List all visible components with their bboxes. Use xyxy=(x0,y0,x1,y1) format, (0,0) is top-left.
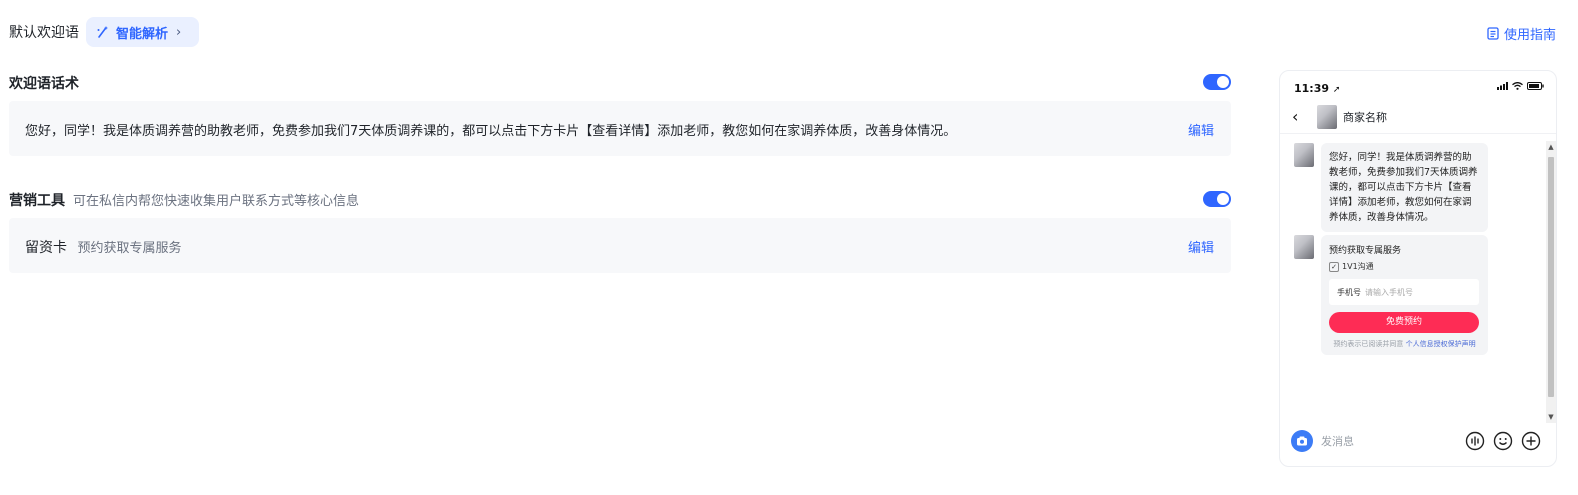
merchant-name: 商家名称 xyxy=(1343,111,1387,124)
message-avatar xyxy=(1294,143,1314,167)
lead-card-name: 留资卡 xyxy=(25,240,67,256)
marketing-desc: 可在私信内帮您快速收集用户联系方式等核心信息 xyxy=(73,194,360,209)
message-avatar xyxy=(1294,235,1314,259)
signal-icon xyxy=(1497,82,1508,90)
welcome-edit-button[interactable]: 编辑 xyxy=(1188,120,1214,139)
smart-parse-button[interactable]: 智能解析 › xyxy=(86,17,199,47)
lead-card-edit-button[interactable]: 编辑 xyxy=(1188,237,1214,256)
emoji-icon[interactable] xyxy=(1493,431,1513,451)
camera-button[interactable] xyxy=(1291,430,1313,452)
lead-form-title: 预约获取专属服务 xyxy=(1329,246,1402,256)
back-arrow-icon[interactable]: ‹ xyxy=(1292,107,1298,126)
scrollbar-thumb[interactable] xyxy=(1548,157,1554,397)
lead-card-row: 留资卡 预约获取专属服务 xyxy=(25,237,181,257)
smart-parse-label: 智能解析 xyxy=(116,26,169,42)
welcome-message-bubble: 您好，同学！我是体质调养营的助教老师，免费参加我们7天体质调养课的，都可以点击下… xyxy=(1321,143,1488,232)
welcome-card: 您好，同学！我是体质调养营的助教老师，免费参加我们7天体质调养课的，都可以点击下… xyxy=(9,101,1231,156)
option-label: 1V1沟通 xyxy=(1342,262,1374,271)
phone-input[interactable]: 手机号 请输入手机号 xyxy=(1329,279,1479,305)
user-guide-label: 使用指南 xyxy=(1503,28,1556,43)
location-arrow-icon: ➚ xyxy=(1332,85,1341,95)
status-icons xyxy=(1497,82,1544,90)
welcome-text: 您好，同学！我是体质调养营的助教老师，免费参加我们7天体质调养课的，都可以点击下… xyxy=(25,124,957,139)
phone-label: 手机号 xyxy=(1337,288,1361,297)
camera-icon xyxy=(1297,436,1307,446)
scroll-up-icon[interactable]: ▲ xyxy=(1546,143,1556,151)
message-input[interactable]: 发消息 xyxy=(1321,433,1354,449)
chat-nav-bar: ‹ 商家名称 xyxy=(1280,101,1556,134)
magic-wand-icon xyxy=(97,26,108,38)
privacy-statement-link[interactable]: 个人信息授权保护声明 xyxy=(1406,340,1476,348)
consent-note: 预约表示已阅读并同意 个人信息授权保护声明 xyxy=(1333,340,1476,348)
battery-icon xyxy=(1527,82,1544,90)
phone-preview: 11:39 ➚ ‹ 商家名称 您好，同学！我是体质调养营的助教老师，免费参加我们… xyxy=(1279,70,1557,467)
plus-icon[interactable] xyxy=(1521,431,1541,451)
welcome-section-title: 欢迎语话术 xyxy=(9,76,79,92)
merchant-avatar xyxy=(1317,105,1337,129)
voice-icon[interactable] xyxy=(1465,431,1485,451)
free-booking-button[interactable]: 免费预约 xyxy=(1329,312,1479,333)
phone-placeholder: 请输入手机号 xyxy=(1365,288,1413,297)
lead-card-item: 留资卡 预约获取专属服务 编辑 xyxy=(9,218,1231,273)
user-guide-link[interactable]: 使用指南 xyxy=(1487,24,1556,43)
marketing-title: 营销工具 xyxy=(9,193,65,209)
marketing-section-title: 营销工具 可在私信内帮您快速收集用户联系方式等核心信息 xyxy=(9,190,359,210)
message-input-bar: 发消息 xyxy=(1280,423,1556,463)
wifi-icon xyxy=(1512,82,1523,90)
chat-area: 您好，同学！我是体质调养营的助教老师，免费参加我们7天体质调养课的，都可以点击下… xyxy=(1280,135,1544,421)
status-time: 11:39 ➚ xyxy=(1294,82,1341,95)
lead-form-card: 预约获取专属服务 ✓ 1V1沟通 手机号 请输入手机号 免费预约 预约表示已阅读… xyxy=(1321,235,1488,355)
page-title: 默认欢迎语 xyxy=(9,25,79,41)
welcome-toggle[interactable] xyxy=(1203,74,1231,90)
chevron-right-icon: › xyxy=(176,24,182,40)
document-icon xyxy=(1487,27,1499,40)
chat-scrollbar[interactable]: ▲ ▼ xyxy=(1546,141,1556,423)
checkbox-icon: ✓ xyxy=(1329,261,1339,272)
scroll-down-icon[interactable]: ▼ xyxy=(1546,413,1556,421)
option-checkbox[interactable]: ✓ 1V1沟通 xyxy=(1329,261,1374,272)
lead-card-desc: 预约获取专属服务 xyxy=(77,241,182,256)
marketing-toggle[interactable] xyxy=(1203,191,1231,207)
